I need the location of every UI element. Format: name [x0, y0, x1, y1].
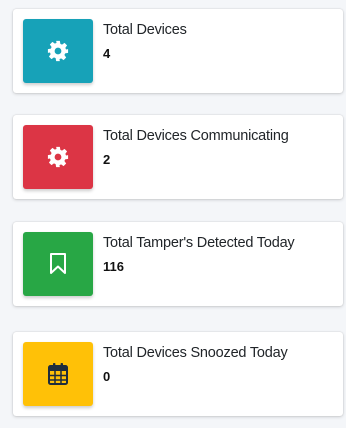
calendar-icon [48, 363, 68, 385]
bookmark-icon [50, 253, 66, 274]
info-box-value: 0 [103, 369, 111, 384]
info-box-icon-bg [23, 342, 93, 406]
info-box-tampers-detected: Total Tamper's Detected Today 116 [13, 222, 343, 306]
info-box-title: Total Devices Communicating [103, 128, 289, 144]
info-box-devices-snoozed: Total Devices Snoozed Today 0 [13, 332, 343, 416]
info-box-value: 4 [103, 46, 111, 61]
info-box-title: Total Tamper's Detected Today [103, 235, 295, 251]
gear-icon [47, 40, 69, 62]
info-box-title: Total Devices Snoozed Today [103, 345, 288, 361]
info-box-devices-communicating: Total Devices Communicating 2 [13, 115, 343, 199]
gear-icon [47, 146, 69, 168]
info-box-total-devices: Total Devices 4 [13, 9, 343, 93]
info-box-title: Total Devices [103, 22, 187, 38]
info-box-value: 2 [103, 152, 111, 167]
info-box-icon-bg [23, 125, 93, 189]
info-box-value: 116 [103, 259, 124, 274]
info-box-icon-bg [23, 232, 93, 296]
info-box-icon-bg [23, 19, 93, 83]
